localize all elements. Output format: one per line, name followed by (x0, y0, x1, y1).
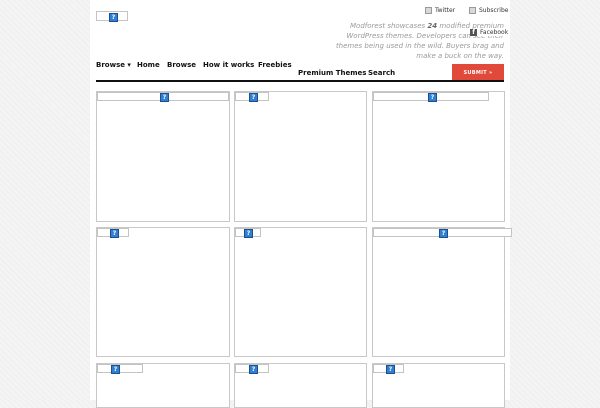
theme-card[interactable]: ? (372, 227, 512, 357)
broken-image-icon: ? (160, 93, 169, 102)
broken-image-icon: ? (244, 229, 253, 238)
theme-card[interactable]: ? (96, 363, 230, 408)
nav-freebies[interactable]: Freebies (258, 61, 292, 69)
subscribe-link[interactable]: Subscribe (469, 7, 508, 14)
tagline-prefix: Modforest showcases (350, 22, 428, 30)
theme-thumbnail[interactable]: ? (235, 228, 261, 238)
theme-thumbnail[interactable]: ? (97, 228, 129, 238)
broken-image-icon: ? (110, 229, 119, 238)
nav-divider (96, 80, 504, 82)
facebook-icon: f (470, 29, 477, 36)
nav-how-it-works[interactable]: How it works (203, 61, 254, 69)
theme-card[interactable]: ? (372, 363, 505, 408)
subscribe-label: Subscribe (479, 7, 509, 14)
theme-card[interactable]: ? (234, 91, 367, 222)
nav-browse[interactable]: Browse (167, 61, 196, 69)
broken-image-icon: ? (249, 365, 258, 374)
theme-card[interactable]: ? (234, 363, 367, 408)
theme-thumbnail[interactable]: ? (97, 364, 143, 374)
facebook-label: Facebook (480, 29, 509, 36)
nav-home[interactable]: Home (137, 61, 160, 69)
theme-thumbnail[interactable]: ? (235, 92, 269, 102)
rss-icon (469, 7, 476, 14)
broken-image-icon: ? (386, 365, 395, 374)
theme-card[interactable]: ? (234, 227, 367, 357)
site-tagline: Modforest showcases 24 modified premium … (329, 21, 504, 61)
broken-image-icon: ? (111, 365, 120, 374)
theme-card[interactable]: ? (96, 91, 230, 222)
theme-card[interactable]: ? (96, 227, 230, 357)
nav-premium-themes[interactable]: Premium Themes (298, 69, 366, 77)
nav-search[interactable]: Search (368, 69, 395, 77)
theme-thumbnail[interactable]: ? (235, 364, 269, 374)
facebook-link[interactable]: f Facebook (470, 29, 510, 36)
broken-image-icon: ? (249, 93, 258, 102)
theme-thumbnail[interactable]: ? (373, 364, 404, 374)
theme-thumbnail[interactable]: ? (97, 92, 229, 102)
submit-label: SUBMIT » (463, 70, 493, 76)
site-logo[interactable]: ? (96, 11, 128, 22)
broken-image-icon: ? (428, 93, 437, 102)
broken-image-icon: ? (439, 229, 448, 238)
theme-thumbnail[interactable]: ? (373, 92, 489, 102)
twitter-label: Twitter (435, 7, 456, 14)
broken-image-icon: ? (109, 13, 118, 22)
twitter-icon (425, 7, 432, 14)
nav-browse-dropdown[interactable]: Browse ▾ (96, 61, 131, 69)
theme-thumbnail[interactable]: ? (373, 228, 512, 238)
theme-count: 24 (427, 22, 438, 30)
theme-card[interactable]: ? (372, 91, 505, 222)
twitter-link[interactable]: Twitter (425, 7, 455, 14)
